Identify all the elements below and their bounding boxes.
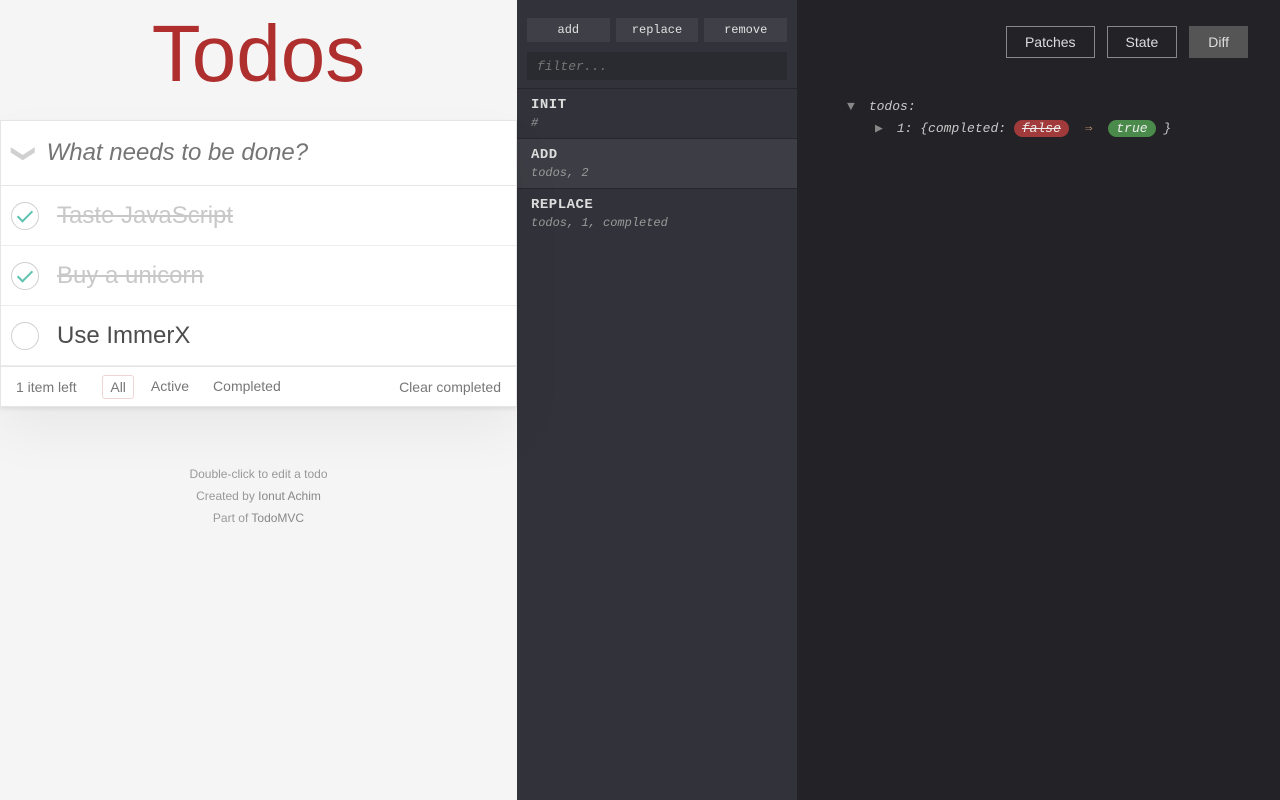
todomvc-link[interactable]: TodoMVC <box>251 511 304 525</box>
items-left-count: 1 item left <box>16 379 77 395</box>
todo-app: ❯ Taste JavaScript Buy a unicorn Use Immer… <box>0 120 517 407</box>
info-line-2: Created by Ionut Achim <box>0 489 517 503</box>
remove-button[interactable]: remove <box>704 18 787 42</box>
log-path: # <box>531 116 783 130</box>
diff-tree: ▼ todos: ▶ 1: {completed: false ⇒ true } <box>847 96 1171 140</box>
info-line-3: Part of TodoMVC <box>0 511 517 525</box>
log-path: todos, 1, completed <box>531 216 783 230</box>
todo-panel: Todos ❯ Taste JavaScript Buy a unicorn Use… <box>0 0 517 800</box>
todo-checkbox[interactable] <box>11 262 39 290</box>
log-op: REPLACE <box>531 197 783 213</box>
log-entry[interactable]: ADD todos, 2 <box>517 138 797 188</box>
info-line-1: Double-click to edit a todo <box>0 467 517 481</box>
add-button[interactable]: add <box>527 18 610 42</box>
filter-group: All Active Completed <box>102 375 287 399</box>
log-op: ADD <box>531 147 783 163</box>
old-value-badge: false <box>1014 120 1069 137</box>
log-entry[interactable]: INIT # <box>517 88 797 138</box>
tab-patches[interactable]: Patches <box>1006 26 1095 58</box>
page-title: Todos <box>0 8 517 100</box>
log-op: INIT <box>531 97 783 113</box>
new-todo-input[interactable] <box>47 121 516 185</box>
filter-completed[interactable]: Completed <box>206 375 288 399</box>
todo-item: Use ImmerX <box>1 306 516 366</box>
info-footer: Double-click to edit a todo Created by I… <box>0 467 517 525</box>
caret-down-icon: ▼ <box>847 96 857 118</box>
todo-item: Taste JavaScript <box>1 186 516 246</box>
todo-footer: 1 item left All Active Completed Clear c… <box>1 366 516 406</box>
tree-root[interactable]: ▼ todos: <box>847 96 1171 118</box>
tab-diff[interactable]: Diff <box>1189 26 1248 58</box>
tab-state[interactable]: State <box>1107 26 1178 58</box>
log-action-buttons: add replace remove <box>517 0 797 48</box>
tree-child[interactable]: ▶ 1: {completed: false ⇒ true } <box>875 118 1171 140</box>
replace-button[interactable]: replace <box>616 18 699 42</box>
new-todo-row: ❯ <box>1 121 516 186</box>
todo-label[interactable]: Buy a unicorn <box>57 262 204 290</box>
log-path: todos, 2 <box>531 166 783 180</box>
devtools-tabs: Patches State Diff <box>1006 26 1248 58</box>
new-value-badge: true <box>1108 120 1155 137</box>
author-link[interactable]: Ionut Achim <box>258 489 321 503</box>
arrow-right-icon: ⇒ <box>1085 121 1093 136</box>
devtools-panel: Patches State Diff ▼ todos: ▶ 1: {comple… <box>797 0 1280 800</box>
filter-all[interactable]: All <box>102 375 134 399</box>
log-panel: add replace remove INIT # ADD todos, 2 REPLA… <box>517 0 797 800</box>
caret-right-icon: ▶ <box>875 118 885 140</box>
filter-input[interactable] <box>527 52 787 80</box>
clear-completed-button[interactable]: Clear completed <box>399 379 501 395</box>
todo-checkbox[interactable] <box>11 202 39 230</box>
todo-label[interactable]: Use ImmerX <box>57 322 190 350</box>
todo-label[interactable]: Taste JavaScript <box>57 202 233 230</box>
log-entry[interactable]: REPLACE todos, 1, completed <box>517 188 797 238</box>
todo-item: Buy a unicorn <box>1 246 516 306</box>
filter-active[interactable]: Active <box>144 375 196 399</box>
todo-checkbox[interactable] <box>11 322 39 350</box>
toggle-all-icon[interactable]: ❯ <box>1 139 47 168</box>
